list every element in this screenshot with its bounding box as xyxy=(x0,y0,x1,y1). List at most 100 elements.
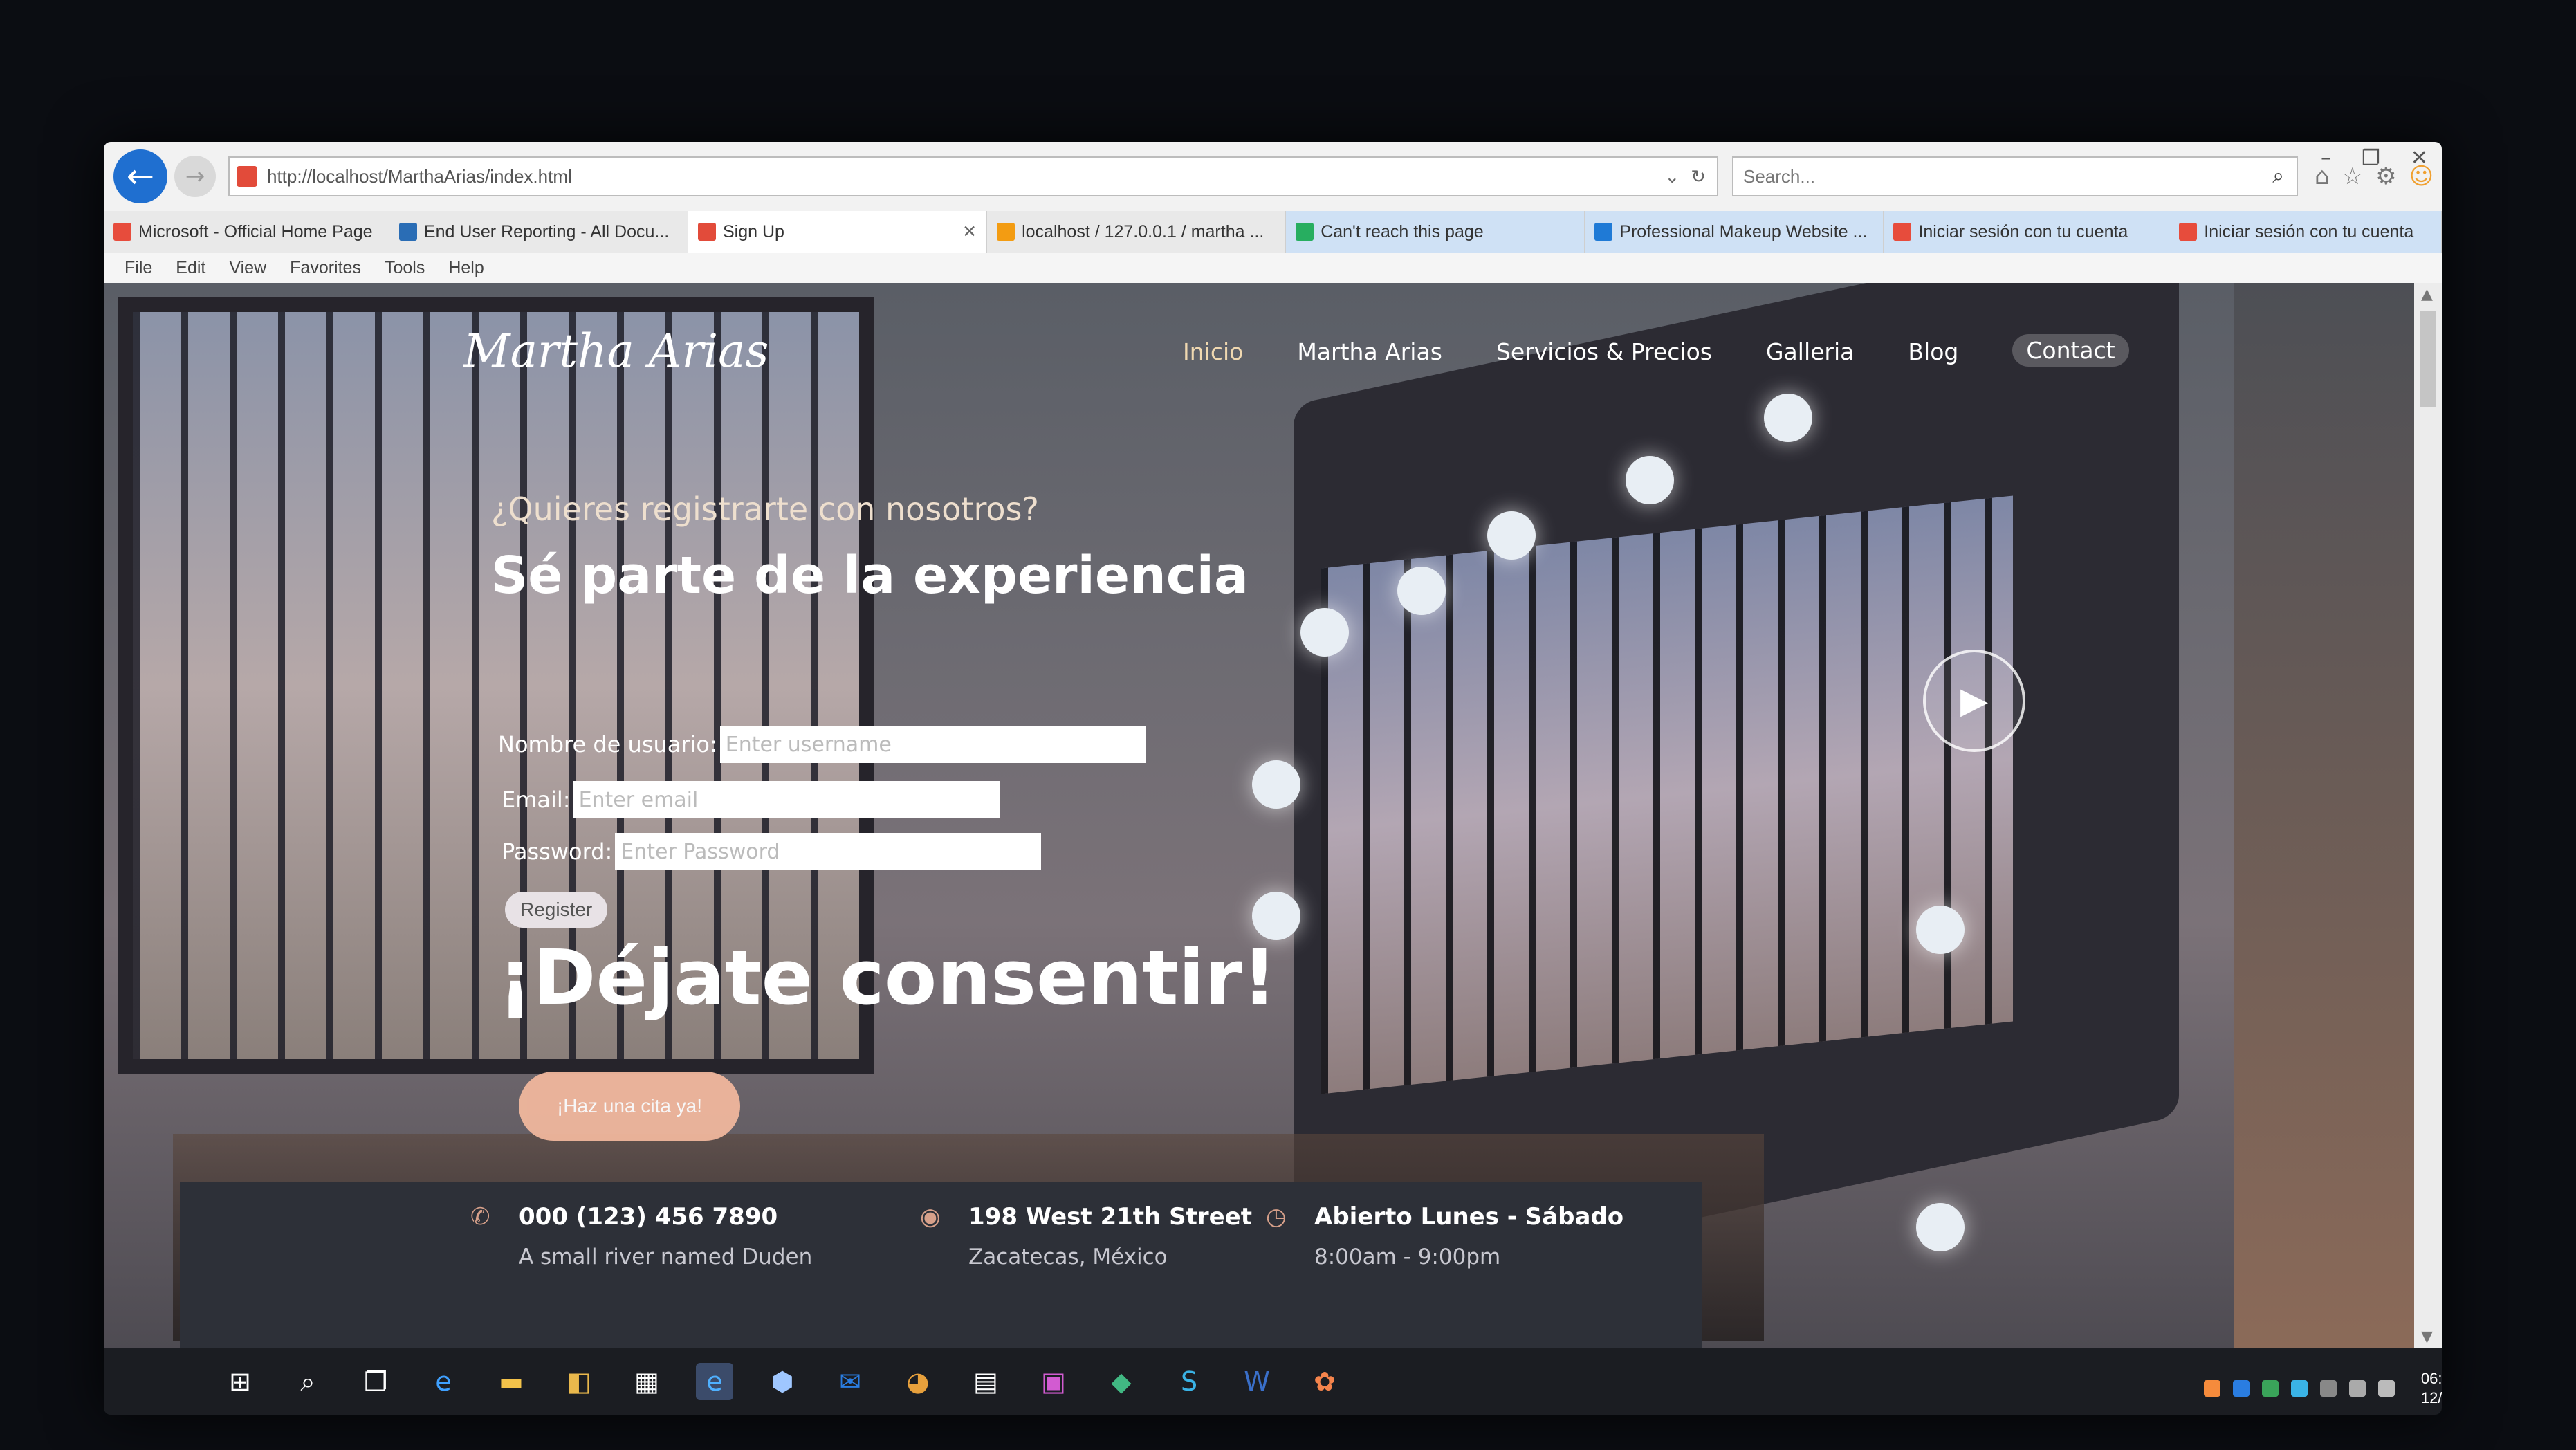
edge-browser-icon[interactable]: e xyxy=(425,1363,462,1400)
dropdown-arrow-icon[interactable]: ⌄ xyxy=(1664,166,1680,187)
menu-help[interactable]: Help xyxy=(448,258,484,278)
nav-martha-arias[interactable]: Martha Arias xyxy=(1297,338,1442,367)
tab-iniciar-sesion-1[interactable]: Iniciar sesión con tu cuenta xyxy=(1884,211,2170,253)
search-box[interactable]: Search... ⌕ xyxy=(1732,156,2298,196)
3d-builder-icon[interactable]: ⬢ xyxy=(764,1363,801,1400)
task-view-icon[interactable]: ❐ xyxy=(357,1363,394,1400)
page-viewport: Martha Arias Inicio Martha Arias Servici… xyxy=(104,283,2414,1348)
username-input[interactable] xyxy=(719,726,1146,763)
username-label: Nombre de usuario: xyxy=(498,731,717,758)
store-icon[interactable]: ◧ xyxy=(560,1363,598,1400)
clock-time: 06:20 p. m. xyxy=(2420,1370,2442,1387)
hero-title: Sé parte de la experiencia xyxy=(491,546,1249,605)
xampp-icon[interactable]: ✿ xyxy=(1306,1363,1343,1400)
menu-edit[interactable]: Edit xyxy=(176,258,205,278)
sticky-notes-icon[interactable]: ▤ xyxy=(967,1363,1004,1400)
sharepoint-icon xyxy=(398,223,417,241)
phone-subtext: A small river named Duden xyxy=(519,1245,813,1269)
nav-contact[interactable]: Contact xyxy=(2012,334,2129,367)
vue-app-icon[interactable]: ◆ xyxy=(1103,1363,1140,1400)
scroll-down-icon[interactable]: ▼ xyxy=(2421,1328,2433,1346)
tab-end-user-reporting[interactable]: End User Reporting - All Docu... xyxy=(389,211,688,253)
tab-makeup-website[interactable]: Professional Makeup Website ... xyxy=(1585,211,1884,253)
nav-inicio[interactable]: Inicio xyxy=(1183,338,1243,367)
email-input[interactable] xyxy=(573,781,1000,818)
chrome-icon[interactable]: ◕ xyxy=(899,1363,937,1400)
microsoft-logo-icon xyxy=(1893,223,1912,241)
menu-bar: File Edit View Favorites Tools Help xyxy=(104,253,2442,283)
opening-days: Abierto Lunes - Sábado xyxy=(1314,1203,1624,1231)
internet-explorer-icon[interactable]: e xyxy=(696,1363,733,1400)
onedrive-icon[interactable] xyxy=(2290,1380,2308,1397)
search-icon[interactable]: ⌕ xyxy=(2272,165,2284,188)
xampp-tray-icon[interactable] xyxy=(2203,1380,2220,1397)
menu-file[interactable]: File xyxy=(125,258,152,278)
book-appointment-button[interactable]: ¡Haz una cita ya! xyxy=(519,1072,740,1141)
calculator-icon[interactable]: ▦ xyxy=(628,1363,665,1400)
play-video-icon[interactable]: ▶ xyxy=(1923,650,2025,752)
tab-cant-reach[interactable]: Can't reach this page xyxy=(1286,211,1585,253)
mirror-bulb xyxy=(1397,567,1446,615)
tab-localhost-phpmyadmin[interactable]: localhost / 127.0.0.1 / martha ... xyxy=(987,211,1287,253)
tab-close-icon[interactable]: ✕ xyxy=(950,221,977,242)
scroll-up-icon[interactable]: ▲ xyxy=(2421,286,2433,303)
outlook-tray-icon[interactable] xyxy=(2232,1380,2250,1397)
skype-icon[interactable]: S xyxy=(1170,1363,1208,1400)
menu-view[interactable]: View xyxy=(229,258,266,278)
phpstorm-icon[interactable]: ▣ xyxy=(1035,1363,1072,1400)
nav-blog[interactable]: Blog xyxy=(1908,338,1958,367)
microsoft-logo-icon xyxy=(113,223,131,241)
microsoft-logo-icon xyxy=(2179,223,2198,241)
menu-favorites[interactable]: Favorites xyxy=(290,258,361,278)
back-arrow-icon[interactable]: ← xyxy=(113,149,167,203)
password-label: Password: xyxy=(502,838,613,865)
scrollbar-thumb[interactable] xyxy=(2420,311,2436,407)
mirror-bulb xyxy=(1764,394,1812,442)
app-tray-icon[interactable] xyxy=(2261,1380,2279,1397)
opening-hours: 8:00am - 9:00pm xyxy=(1314,1245,1501,1269)
page-scrollbar[interactable]: ▲ ▼ xyxy=(2414,283,2442,1348)
minimize-icon[interactable]: – xyxy=(2321,146,2331,170)
vuejs-icon xyxy=(1296,223,1314,241)
search-icon[interactable]: ⌕ xyxy=(289,1363,326,1400)
tab-iniciar-sesion-2[interactable]: Iniciar sesión con tu cuenta xyxy=(2169,211,2442,253)
tab-microsoft[interactable]: Microsoft - Official Home Page xyxy=(104,211,389,253)
mirror-bulb xyxy=(1916,906,1965,954)
file-explorer-icon[interactable]: ▬ xyxy=(493,1363,530,1400)
nav-servicios-precios[interactable]: Servicios & Precios xyxy=(1496,338,1712,367)
address-city: Zacatecas, México xyxy=(968,1245,1168,1269)
battery-icon[interactable] xyxy=(2377,1380,2395,1397)
system-clock[interactable]: 06:20 p. m. 12/04/2019 xyxy=(2421,1369,2442,1408)
register-button[interactable]: Register xyxy=(505,892,608,928)
clock-date: 12/04/2019 xyxy=(2420,1389,2442,1406)
refresh-icon[interactable]: ↻ xyxy=(1691,166,1706,187)
phpmyadmin-icon xyxy=(997,223,1015,241)
search-placeholder[interactable]: Search... xyxy=(1743,166,2272,187)
network-icon[interactable] xyxy=(2319,1380,2337,1397)
address-bar[interactable]: http://localhost/MarthaArias/index.html … xyxy=(228,156,1718,196)
phone-icon: ✆ xyxy=(470,1203,490,1231)
browser-toolbar: ← → http://localhost/MarthaArias/index.h… xyxy=(104,142,2442,211)
site-logo[interactable]: Martha Arias xyxy=(463,324,769,378)
hero-slogan: ¡Déjate consentir! xyxy=(498,933,1277,1022)
close-icon[interactable]: ✕ xyxy=(2411,146,2428,170)
template-site-icon xyxy=(1594,223,1613,241)
address-url[interactable]: http://localhost/MarthaArias/index.html xyxy=(267,166,1664,187)
tab-label: Iniciar sesión con tu cuenta xyxy=(1918,221,2128,241)
tab-sign-up[interactable]: Sign Up ✕ xyxy=(688,211,988,253)
mirror-bulb xyxy=(1487,511,1536,560)
nav-galleria[interactable]: Galleria xyxy=(1766,338,1854,367)
menu-tools[interactable]: Tools xyxy=(385,258,425,278)
outlook-icon[interactable]: ✉ xyxy=(831,1363,869,1400)
site-navigation: Inicio Martha Arias Servicios & Precios … xyxy=(1183,334,2129,367)
word-icon[interactable]: W xyxy=(1238,1363,1276,1400)
contact-info-bar: ✆ 000 (123) 456 7890 A small river named… xyxy=(180,1182,1702,1348)
forward-arrow-icon[interactable]: → xyxy=(174,156,216,197)
site-favicon-icon xyxy=(237,166,257,187)
volume-icon[interactable] xyxy=(2348,1380,2366,1397)
restore-icon[interactable]: ❐ xyxy=(2362,146,2380,170)
password-input[interactable] xyxy=(615,833,1042,870)
clock-icon: ◷ xyxy=(1266,1203,1287,1231)
start-windows-icon[interactable]: ⊞ xyxy=(221,1363,259,1400)
mirror-bulb xyxy=(1252,760,1300,809)
